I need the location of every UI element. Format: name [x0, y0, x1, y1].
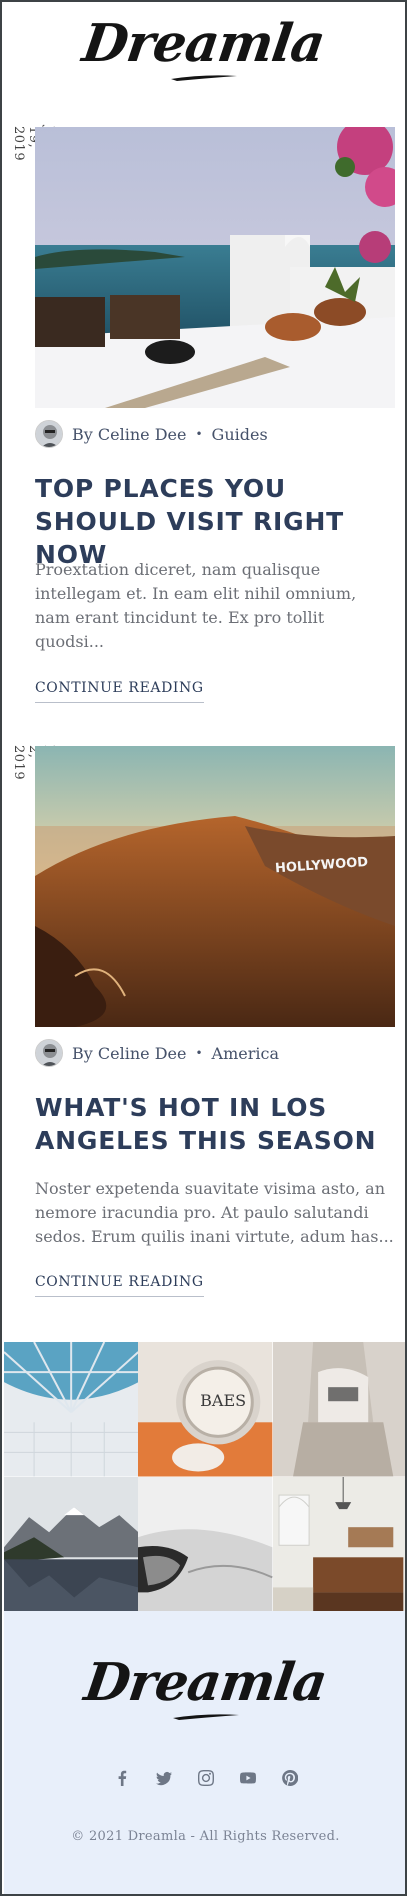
- social-links: [4, 1769, 405, 1787]
- gallery-tile-glass-roof-photo[interactable]: [4, 1342, 139, 1477]
- post-excerpt: Noster expetenda suavitate visima asto, …: [35, 1179, 394, 1246]
- continue-reading-link[interactable]: CONTINUE READING: [35, 680, 204, 703]
- twitter-icon[interactable]: [155, 1769, 173, 1787]
- site-footer: Dreamla © 2021 Dreamla - All Rights Rese…: [4, 1611, 405, 1894]
- gallery-tile-fashion-photo[interactable]: [272, 1342, 405, 1477]
- author-name[interactable]: By Celine Dee: [72, 425, 186, 444]
- post-category[interactable]: Guides: [212, 425, 268, 444]
- instagram-icon[interactable]: [197, 1769, 215, 1787]
- meta-separator: •: [195, 1046, 203, 1060]
- gallery-tile-car-headlight-photo[interactable]: [138, 1476, 273, 1611]
- gallery-tile-cosmetics-photo[interactable]: BAES: [138, 1342, 273, 1477]
- post-image-hollywood[interactable]: HOLLYWOOD: [35, 746, 395, 1027]
- footer-logo[interactable]: Dreamla: [4, 1652, 405, 1721]
- author-name[interactable]: By Celine Dee: [72, 1044, 186, 1063]
- post-image-santorini[interactable]: [35, 127, 395, 408]
- gallery-tile-mountain-lake-photo[interactable]: [4, 1476, 139, 1611]
- meta-separator: •: [195, 427, 203, 441]
- author-avatar[interactable]: [35, 420, 63, 448]
- post-title[interactable]: WHAT'S HOT IN LOS ANGELES THIS SEASON: [35, 1091, 395, 1157]
- post-meta: By Celine Dee • America: [35, 1039, 279, 1067]
- logo-text: Dreamla: [78, 13, 329, 74]
- post-excerpt: Proextation diceret, nam qualisque intel…: [35, 560, 357, 651]
- post-title[interactable]: TOP PLACES YOU SHOULD VISIT RIGHT NOW: [35, 472, 395, 571]
- author-avatar[interactable]: [35, 1039, 63, 1067]
- header-logo[interactable]: Dreamla: [2, 13, 405, 82]
- youtube-icon[interactable]: [239, 1769, 257, 1787]
- continue-reading-link[interactable]: CONTINUE READING: [35, 1274, 204, 1297]
- gallery-tile-interior-photo[interactable]: [272, 1476, 405, 1611]
- facebook-icon[interactable]: [113, 1769, 131, 1787]
- product-label-text: BAES: [200, 1391, 246, 1410]
- copyright-text: © 2021 Dreamla - All Rights Reserved.: [71, 1829, 340, 1844]
- post-meta: By Celine Dee • Guides: [35, 420, 268, 448]
- footer-logo-text: Dreamla: [80, 1652, 331, 1713]
- pinterest-icon[interactable]: [281, 1769, 299, 1787]
- post-category[interactable]: America: [212, 1044, 279, 1063]
- instagram-gallery: BAES: [4, 1342, 405, 1611]
- page-frame: Dreamla July 19, 2019: [0, 0, 407, 1896]
